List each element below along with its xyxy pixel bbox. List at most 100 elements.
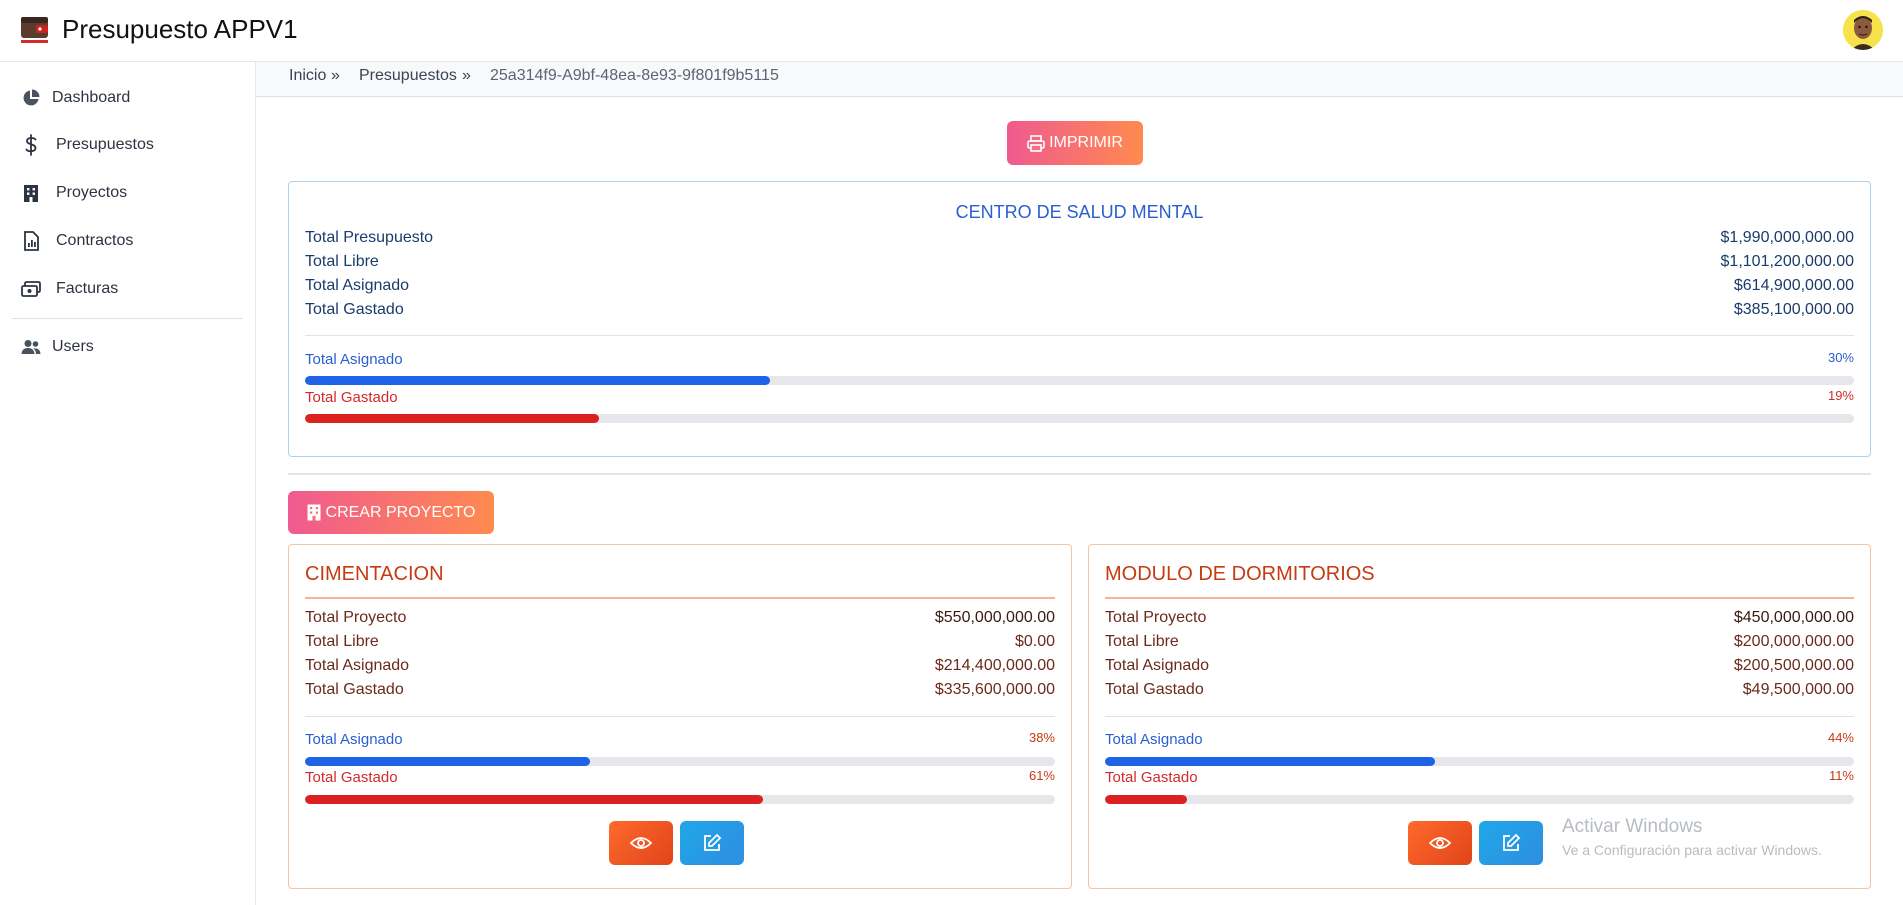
divider: [305, 716, 1055, 717]
summary-row-label: Total Gastado: [305, 301, 404, 318]
assigned-progress-bar: [305, 376, 1854, 385]
assigned-progress-fill: [1105, 757, 1435, 766]
spent-progress-bar: [305, 414, 1854, 423]
project-row-value: $550,000,000.00: [934, 609, 1055, 626]
breadcrumb-presupuestos-link[interactable]: Presupuestos: [359, 67, 457, 85]
create-project-label: CREAR PROYECTO: [325, 503, 476, 521]
assigned-percent: 30%: [1827, 350, 1854, 365]
assigned-label: Total Asignado: [305, 731, 403, 748]
project-row-label: Total Gastado: [1105, 681, 1204, 698]
sidebar-item-label: Presupuestos: [56, 136, 154, 153]
project-row-label: Total Proyecto: [1105, 609, 1207, 626]
print-button[interactable]: IMPRIMIR: [1007, 121, 1143, 165]
spent-progress-bar: [305, 795, 1055, 804]
project-title-underline: [305, 597, 1055, 599]
assigned-progress-bar: [305, 757, 1055, 766]
budget-title: CENTRO DE SALUD MENTAL: [955, 202, 1204, 222]
sidebar-item-users[interactable]: Users: [0, 325, 256, 369]
project-row-label: Total Libre: [305, 633, 379, 650]
building-icon: [307, 504, 321, 521]
assigned-progress-bar: [1105, 757, 1854, 766]
project-title: MODULO DE DORMITORIOS: [1105, 563, 1375, 585]
project-row-value: $49,500,000.00: [1742, 681, 1854, 698]
dollar-icon: [20, 134, 42, 156]
sidebar-item-facturas[interactable]: Facturas: [0, 267, 256, 311]
pie-chart-icon: [20, 87, 42, 109]
edit-icon: [702, 833, 722, 853]
sidebar-item-label: Proyectos: [56, 184, 128, 201]
summary-row-label: Total Libre: [305, 253, 379, 270]
windows-activation-title: Activar Windows: [1562, 816, 1703, 837]
project-title-underline: [1105, 597, 1854, 599]
spent-percent: 61%: [1028, 768, 1055, 783]
assigned-percent: 38%: [1028, 730, 1055, 745]
edit-project-button[interactable]: [1479, 821, 1543, 865]
project-row-value: $200,500,000.00: [1733, 657, 1854, 674]
spent-progress-fill: [305, 795, 763, 804]
spent-label: Total Gastado: [305, 769, 398, 786]
view-project-button[interactable]: [1408, 821, 1472, 865]
sidebar-item-label: Dashboard: [52, 89, 131, 106]
divider: [305, 335, 1854, 336]
sidebar-item-proyectos[interactable]: Proyectos: [0, 171, 256, 215]
spent-label: Total Gastado: [305, 389, 398, 406]
user-avatar[interactable]: [1843, 10, 1883, 50]
summary-row-value: $614,900,000.00: [1733, 277, 1854, 294]
project-row-label: Total Gastado: [305, 681, 404, 698]
spent-progress-fill: [1105, 795, 1188, 804]
eye-icon: [1429, 836, 1451, 850]
summary-row-label: Total Asignado: [305, 277, 410, 294]
spent-percent: 19%: [1827, 388, 1854, 403]
document-chart-icon: [20, 230, 42, 252]
edit-icon: [1501, 833, 1521, 853]
sidebar-divider: [12, 318, 243, 319]
breadcrumb: Inicio » Presupuestos » 25a314f9-A9bf-48…: [256, 62, 1903, 97]
project-row-value: $200,000,000.00: [1733, 633, 1854, 650]
top-bar: Presupuesto APPV1: [0, 0, 1903, 62]
users-icon: [20, 336, 42, 358]
spent-progress-fill: [305, 414, 600, 423]
sidebar-item-dashboard[interactable]: Dashboard: [0, 76, 256, 120]
edit-project-button[interactable]: [680, 821, 744, 865]
breadcrumb-separator: »: [462, 67, 471, 84]
sidebar-item-label: Facturas: [56, 280, 119, 297]
assigned-label: Total Asignado: [305, 351, 403, 368]
windows-activation-subtitle: Ve a Configuración para activar Windows.: [1562, 842, 1822, 858]
project-title: CIMENTACION: [305, 563, 444, 585]
assigned-progress-fill: [305, 757, 590, 766]
project-row-value: $335,600,000.00: [934, 681, 1055, 698]
summary-row-value: $385,100,000.00: [1733, 301, 1854, 318]
breadcrumb-home-link[interactable]: Inicio: [289, 67, 326, 85]
project-row-label: Total Asignado: [305, 657, 410, 674]
print-button-label: IMPRIMIR: [1049, 134, 1123, 151]
spent-percent: 11%: [1828, 768, 1854, 783]
spent-progress-bar: [1105, 795, 1854, 804]
project-row-value: $450,000,000.00: [1733, 609, 1854, 626]
project-row-label: Total Proyecto: [305, 609, 407, 626]
project-card: MODULO DE DORMITORIOS Total Proyecto $45…: [1088, 544, 1871, 889]
eye-icon: [630, 836, 652, 850]
sidebar-item-label: Contractos: [56, 232, 134, 249]
app-title: Presupuesto APPV1: [62, 14, 298, 44]
create-project-button[interactable]: CREAR PROYECTO: [288, 491, 494, 534]
printer-icon: [1027, 134, 1045, 152]
summary-row-value: $1,990,000,000.00: [1720, 229, 1854, 246]
project-row-label: Total Libre: [1105, 633, 1179, 650]
sidebar-item-contractos[interactable]: Contractos: [0, 219, 256, 263]
spent-label: Total Gastado: [1105, 769, 1198, 786]
view-project-button[interactable]: [609, 821, 673, 865]
assigned-percent: 44%: [1827, 730, 1854, 745]
project-row-label: Total Asignado: [1105, 657, 1210, 674]
cash-icon: [20, 278, 42, 300]
breadcrumb-separator: »: [331, 67, 340, 84]
project-row-value: $0.00: [1014, 633, 1055, 650]
project-card: CIMENTACION Total Proyecto $550,000,000.…: [288, 544, 1072, 889]
assigned-label: Total Asignado: [1105, 731, 1203, 748]
project-row-value: $214,400,000.00: [934, 657, 1055, 674]
wallet-logo-icon: [20, 14, 50, 46]
section-divider: [288, 473, 1871, 475]
sidebar-item-presupuestos[interactable]: Presupuestos: [0, 123, 256, 167]
budget-summary-card: CENTRO DE SALUD MENTAL Total Presupuesto…: [288, 181, 1871, 457]
summary-row-label: Total Presupuesto: [305, 229, 434, 246]
sidebar-item-label: Users: [52, 338, 94, 355]
